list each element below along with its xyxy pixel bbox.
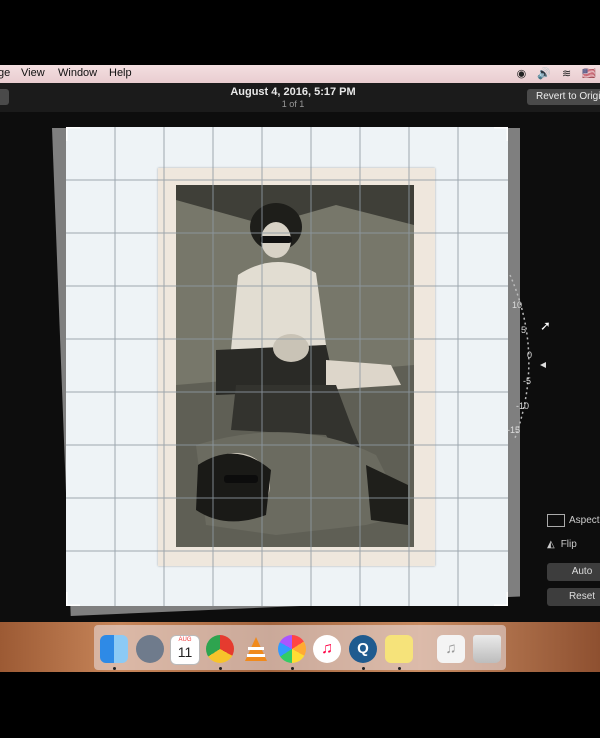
photo-counter: 1 of 1	[281, 99, 305, 109]
dial-tick-minus-5: -5	[523, 376, 532, 386]
flip-label: Flip	[560, 539, 577, 550]
dial-tick-minus-15: -15	[507, 425, 521, 435]
menu-bar: ge View Window Help ◉ 🔊 ≋ 🇺🇸	[0, 65, 600, 83]
launchpad-icon[interactable]	[136, 635, 164, 663]
music-document-icon[interactable]: ♫	[437, 635, 465, 663]
wifi-icon[interactable]: ≋	[562, 68, 571, 80]
auto-button[interactable]: Auto	[547, 563, 600, 581]
vlc-icon[interactable]	[242, 635, 270, 663]
flip-control[interactable]: ◭ Flip	[547, 539, 577, 550]
quicktime-icon[interactable]: Q	[349, 635, 377, 663]
aspect-icon	[547, 514, 565, 527]
flag-icon[interactable]: 🇺🇸	[582, 68, 596, 80]
photos-running-indicator	[291, 667, 294, 670]
menu-status-area: ◉ 🔊 ≋ 🇺🇸	[509, 67, 596, 80]
revert-to-original-button[interactable]: Revert to Original	[527, 89, 600, 105]
aspect-label: Aspect	[569, 515, 600, 527]
rotation-dial[interactable]: 10 5 0 -5 -10 -15	[500, 270, 560, 440]
crop-grid-overlay	[66, 127, 508, 606]
dial-tick-5: 5	[521, 325, 527, 335]
menu-item-help[interactable]: Help	[109, 67, 132, 79]
photos-icon[interactable]	[278, 635, 306, 663]
dial-tick-10: 10	[512, 300, 523, 310]
chrome-running-indicator	[219, 667, 222, 670]
itunes-icon[interactable]: ♫	[313, 635, 341, 663]
calendar-day: 11	[177, 644, 193, 660]
dial-tick-0: 0	[527, 350, 533, 360]
trash-icon[interactable]	[473, 635, 501, 663]
calendar-month: AUG	[178, 637, 192, 643]
menu-item-window[interactable]: Window	[58, 67, 97, 79]
finder-icon[interactable]	[100, 635, 128, 663]
toolbar: August 4, 2016, 5:17 PM 1 of 1 Revert to…	[0, 83, 600, 112]
photo-title: August 4, 2016, 5:17 PM	[230, 86, 356, 98]
mouse-cursor-icon: ➚	[540, 318, 551, 333]
menu-item-view[interactable]: View	[21, 67, 45, 79]
dial-tick-minus-10: -10	[516, 401, 530, 411]
record-icon[interactable]: ◉	[517, 68, 527, 80]
quicktime-running-indicator	[362, 667, 365, 670]
volume-icon[interactable]: 🔊	[537, 68, 551, 80]
calendar-icon[interactable]: AUG 11	[170, 635, 200, 665]
stickies-icon[interactable]	[385, 635, 413, 663]
bottom-black-bar	[0, 672, 600, 738]
menu-item-image[interactable]: ge	[0, 67, 10, 79]
aspect-control[interactable]: Aspect	[547, 514, 600, 527]
flip-icon: ◭	[547, 539, 555, 550]
finder-running-indicator	[113, 667, 116, 670]
reset-button[interactable]: Reset	[547, 588, 600, 606]
stickies-running-indicator	[398, 667, 401, 670]
chrome-icon[interactable]	[206, 635, 234, 663]
